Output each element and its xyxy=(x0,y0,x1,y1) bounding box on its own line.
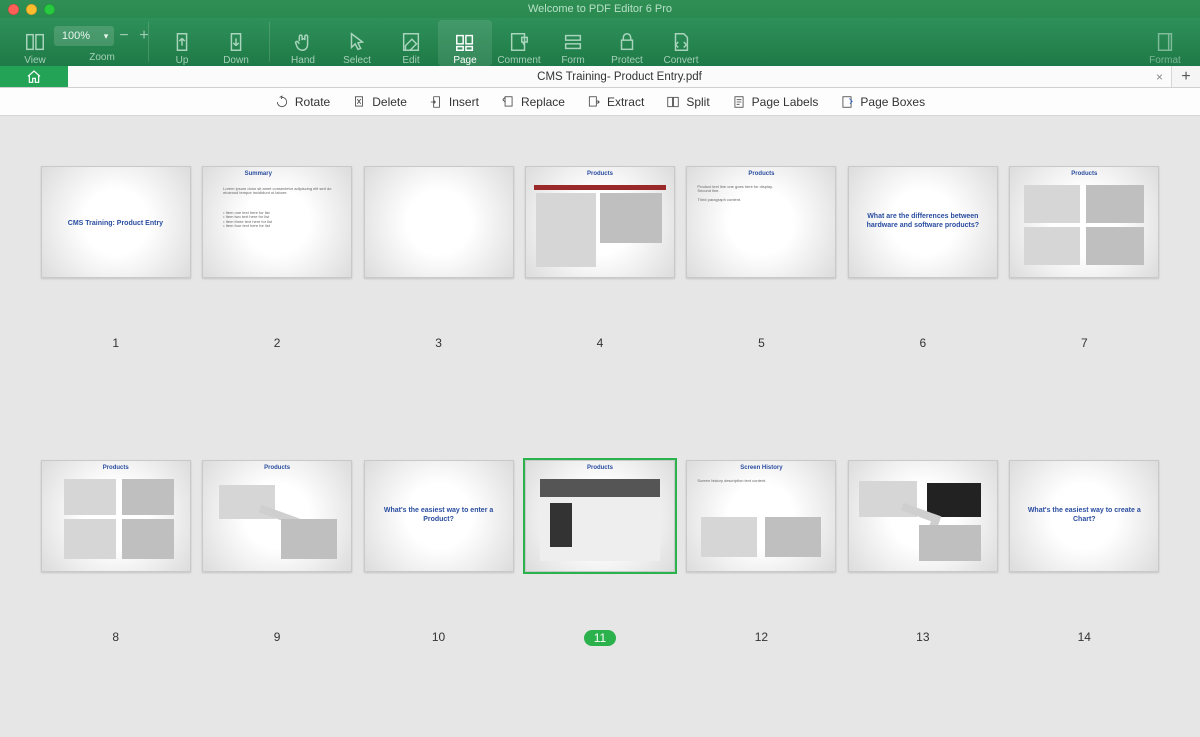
page-thumb-11[interactable]: Products 11 xyxy=(524,460,675,737)
format-icon xyxy=(1154,31,1176,53)
page-thumb-14[interactable]: What's the easiest way to create a Chart… xyxy=(1009,460,1160,737)
page-thumb-9[interactable]: Products 9 xyxy=(201,460,352,737)
page-thumb-3[interactable]: 3 xyxy=(363,166,514,460)
page-thumb-6[interactable]: What are the differences between hardwar… xyxy=(847,166,998,460)
zoom-in-button[interactable]: + xyxy=(134,26,154,46)
protect-tool-button[interactable]: Protect xyxy=(600,20,654,66)
edit-icon xyxy=(400,31,422,53)
convert-tool-button[interactable]: Convert xyxy=(654,20,708,66)
view-icon xyxy=(24,31,46,53)
minimize-window-button[interactable] xyxy=(26,4,37,15)
extract-button[interactable]: Extract xyxy=(587,95,644,109)
page-thumb-10[interactable]: What's the easiest way to enter a Produc… xyxy=(363,460,514,737)
page-boxes-button[interactable]: Page Boxes xyxy=(840,95,925,109)
page-number: 7 xyxy=(1081,336,1088,350)
document-tab-title: CMS Training- Product Entry.pdf xyxy=(537,71,702,83)
home-icon xyxy=(25,69,43,85)
down-icon xyxy=(225,31,247,53)
close-tab-button[interactable]: × xyxy=(1156,70,1163,84)
page-boxes-icon xyxy=(840,95,854,109)
fullscreen-window-button[interactable] xyxy=(44,4,55,15)
select-icon xyxy=(346,31,368,53)
zoom-dropdown[interactable]: ▾ xyxy=(98,26,114,46)
page-number: 4 xyxy=(597,336,604,350)
page-subtoolbar: Rotate Delete Insert Replace Extract Spl… xyxy=(0,88,1200,116)
page-labels-icon xyxy=(732,95,746,109)
page-icon xyxy=(454,31,476,53)
insert-button[interactable]: Insert xyxy=(429,95,479,109)
zoom-control[interactable]: 100% ▾ − + xyxy=(54,26,154,46)
window-titlebar: Welcome to PDF Editor 6 Pro xyxy=(0,0,1200,18)
page-thumb-2[interactable]: Summary Lorem ipsum dolor sit amet conse… xyxy=(201,166,352,460)
page-number: 11 xyxy=(584,630,616,646)
page-number: 5 xyxy=(758,336,765,350)
split-button[interactable]: Split xyxy=(666,95,709,109)
document-tab[interactable]: CMS Training- Product Entry.pdf × xyxy=(68,66,1172,87)
view-button[interactable]: View xyxy=(8,20,62,66)
comment-tool-button[interactable]: Comment xyxy=(492,20,546,66)
page-thumb-5[interactable]: Products Product text line one goes here… xyxy=(686,166,837,460)
page-thumb-4[interactable]: Products 4 xyxy=(524,166,675,460)
edit-tool-button[interactable]: Edit xyxy=(384,20,438,66)
page-number: 14 xyxy=(1078,630,1091,644)
traffic-lights xyxy=(8,4,55,15)
zoom-out-button[interactable]: − xyxy=(114,26,134,46)
page-number: 6 xyxy=(920,336,927,350)
page-number: 13 xyxy=(916,630,929,644)
page-number: 9 xyxy=(274,630,281,644)
delete-button[interactable]: Delete xyxy=(352,95,407,109)
rotate-icon xyxy=(275,95,289,109)
form-icon xyxy=(562,31,584,53)
page-thumb-1[interactable]: CMS Training: Product Entry 1 xyxy=(40,166,191,460)
split-icon xyxy=(666,95,680,109)
page-number: 2 xyxy=(274,336,281,350)
page-number: 3 xyxy=(435,336,442,350)
up-icon xyxy=(171,31,193,53)
format-panel-button[interactable]: Format xyxy=(1138,20,1192,66)
page-thumb-12[interactable]: Screen History Screen history descriptio… xyxy=(686,460,837,737)
home-tab[interactable] xyxy=(0,66,68,87)
form-tool-button[interactable]: Form xyxy=(546,20,600,66)
tab-strip: CMS Training- Product Entry.pdf × + xyxy=(0,66,1200,88)
new-tab-button[interactable]: + xyxy=(1172,66,1200,87)
page-number: 8 xyxy=(112,630,119,644)
page-tool-button[interactable]: Page xyxy=(438,20,492,66)
protect-icon xyxy=(616,31,638,53)
comment-icon xyxy=(508,31,530,53)
replace-icon xyxy=(501,95,515,109)
page-number: 12 xyxy=(755,630,768,644)
page-thumb-13[interactable]: 13 xyxy=(847,460,998,737)
page-number: 10 xyxy=(432,630,445,644)
page-thumb-8[interactable]: Products 8 xyxy=(40,460,191,737)
extract-icon xyxy=(587,95,601,109)
convert-icon xyxy=(670,31,692,53)
thumbnail-grid: CMS Training: Product Entry 1 Summary Lo… xyxy=(0,116,1200,737)
thumbnail-canvas[interactable]: CMS Training: Product Entry 1 Summary Lo… xyxy=(0,116,1200,737)
select-tool-button[interactable]: Select xyxy=(330,20,384,66)
delete-icon xyxy=(352,95,366,109)
up-button[interactable]: Up xyxy=(155,20,209,66)
page-labels-button[interactable]: Page Labels xyxy=(732,95,819,109)
rotate-button[interactable]: Rotate xyxy=(275,95,330,109)
hand-icon xyxy=(292,31,314,53)
page-number: 1 xyxy=(112,336,119,350)
replace-button[interactable]: Replace xyxy=(501,95,565,109)
down-button[interactable]: Down xyxy=(209,20,263,66)
main-toolbar: View 100% ▾ − + Zoom Up Down Hand Select… xyxy=(0,18,1200,66)
close-window-button[interactable] xyxy=(8,4,19,15)
window-title: Welcome to PDF Editor 6 Pro xyxy=(0,0,1200,18)
page-thumb-7[interactable]: Products 7 xyxy=(1009,166,1160,460)
zoom-label: Zoom xyxy=(89,52,115,63)
insert-icon xyxy=(429,95,443,109)
hand-tool-button[interactable]: Hand xyxy=(276,20,330,66)
